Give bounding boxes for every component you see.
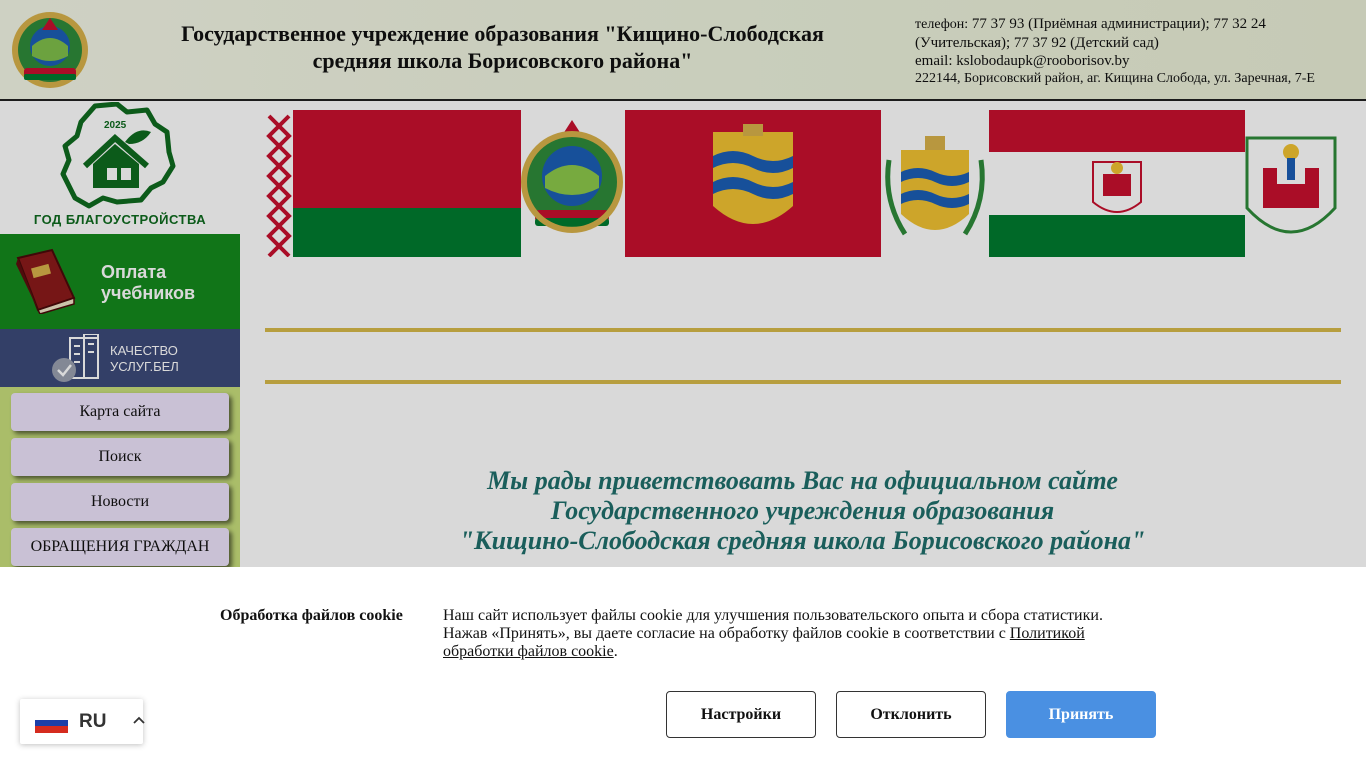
cookie-decline-button[interactable]: Отклонить (836, 691, 986, 738)
cookie-settings-button[interactable]: Настройки (666, 691, 816, 738)
chevron-up-icon (133, 716, 145, 724)
modal-overlay (0, 0, 1366, 567)
language-switcher[interactable]: RU (20, 699, 145, 744)
cookie-accept-button[interactable]: Принять (1006, 691, 1156, 738)
cookie-banner: Обработка файлов cookie Наш сайт использ… (0, 567, 1366, 768)
cookie-title: Обработка файлов cookie (220, 607, 403, 624)
cookie-text: Наш сайт использует файлы cookie для улу… (443, 607, 1103, 660)
language-code: RU (79, 711, 107, 732)
russia-flag-icon (35, 713, 68, 733)
